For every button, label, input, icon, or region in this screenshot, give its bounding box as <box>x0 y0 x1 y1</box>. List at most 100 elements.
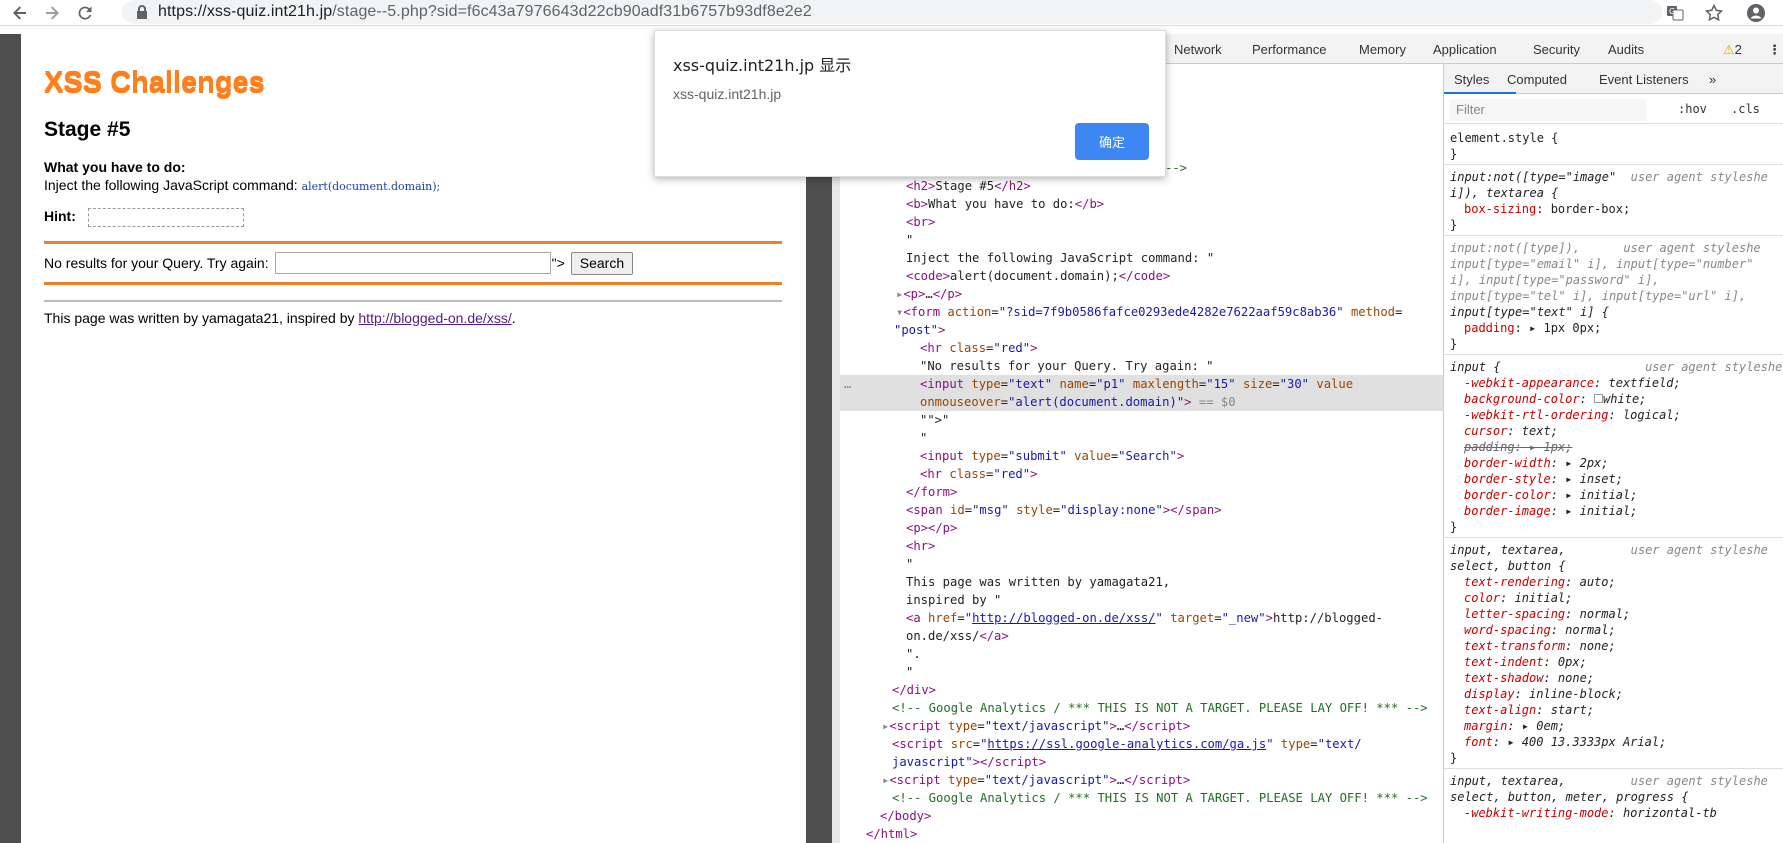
translate-icon[interactable]: G <box>1663 1 1687 25</box>
tab-application[interactable]: Application <box>1433 42 1497 57</box>
footer-link[interactable]: http://blogged-on.de/xss/ <box>358 310 511 326</box>
dom-line[interactable]: </html> <box>866 825 917 843</box>
task-label: What you have to do: <box>44 159 186 175</box>
dom-line[interactable]: </form> <box>906 483 957 501</box>
tab-audits[interactable]: Audits <box>1608 42 1644 57</box>
dom-line[interactable]: " <box>906 663 913 681</box>
cls-toggle[interactable]: .cls <box>1731 102 1760 116</box>
style-rule: } <box>1450 751 1458 765</box>
dom-line[interactable]: <a href="http://blogged-on.de/xss/" targ… <box>906 609 1383 627</box>
search-button[interactable]: Search <box>570 251 634 275</box>
dom-line[interactable]: <br> <box>906 213 935 231</box>
tab-event-listeners[interactable]: Event Listeners <box>1599 72 1689 87</box>
style-rule: i], input[type="password" i], <box>1450 273 1660 287</box>
style-rule: input, textarea, user agent styleshe <box>1450 774 1768 788</box>
tab-network[interactable]: Network <box>1174 42 1222 57</box>
dom-line[interactable]: ▸<p>…</p> <box>896 285 962 303</box>
dom-line[interactable]: inspired by " <box>906 591 1001 609</box>
footer-text: This page was written by yamagata21, ins… <box>44 310 516 326</box>
divider-orange-top <box>44 241 782 244</box>
account-icon[interactable] <box>1744 1 1768 25</box>
dom-line[interactable]: <span id="msg" style="display:none"></sp… <box>906 501 1222 519</box>
dom-line[interactable]: " <box>906 555 913 573</box>
dom-line[interactable]: "No results for your Query. Try again: " <box>920 357 1214 375</box>
dom-line[interactable]: <b>What you have to do:</b> <box>906 195 1104 213</box>
dom-line[interactable]: on.de/xss/</a> <box>906 627 1009 645</box>
dom-line[interactable]: "">" <box>920 411 949 429</box>
address-bar[interactable]: https://xss-quiz.int21h.jp/stage--5.php?… <box>122 0 1662 24</box>
dom-line[interactable]: <!-- Google Analytics / *** THIS IS NOT … <box>892 789 1428 807</box>
dom-line[interactable]: <!-- Google Analytics / *** THIS IS NOT … <box>892 699 1428 717</box>
back-icon[interactable] <box>8 1 32 25</box>
lock-icon <box>137 5 147 19</box>
alert-dialog: xss-quiz.int21h.jp 显示 xss-quiz.int21h.jp… <box>654 30 1166 177</box>
tab-computed[interactable]: Computed <box>1507 72 1567 87</box>
style-prop: text-rendering: auto; <box>1464 575 1616 589</box>
dom-line[interactable]: <hr> <box>906 537 935 555</box>
site-heading: XSS Challenges <box>44 66 265 98</box>
browser-toolbar: https://xss-quiz.int21h.jp/stage--5.php?… <box>0 0 1783 26</box>
style-prop: box-sizing: border-box; <box>1464 202 1631 216</box>
forward-icon[interactable] <box>40 1 64 25</box>
rule-separator <box>1444 768 1783 769</box>
dom-line[interactable]: <input type="submit" value="Search"> <box>920 447 1184 465</box>
dom-line[interactable]: ▸<script type="text/javascript">…</scrip… <box>882 771 1190 789</box>
bookmark-star-icon[interactable] <box>1702 1 1726 25</box>
style-rule: select, button, meter, progress { <box>1450 790 1689 804</box>
dom-line[interactable]: ". <box>906 645 921 663</box>
style-rule[interactable]: element.style { <box>1450 130 1558 146</box>
query-input[interactable] <box>274 252 551 274</box>
rule-separator <box>1444 354 1783 355</box>
dom-line[interactable]: " <box>920 429 927 447</box>
style-prop: border-image: ▸ initial; <box>1464 504 1638 518</box>
dom-line[interactable]: <h2>Stage #5</h2> <box>906 177 1031 195</box>
dom-line[interactable]: This page was written by yamagata21, <box>906 573 1170 591</box>
dom-line[interactable]: </body> <box>880 807 931 825</box>
dom-line[interactable]: Inject the following JavaScript command:… <box>906 249 1214 267</box>
dom-line[interactable]: ▸<script type="text/javascript">…</scrip… <box>882 717 1190 735</box>
styles-tab-bar: Styles Computed Event Listeners » <box>1444 64 1783 94</box>
style-prop: text-transform: none; <box>1464 639 1616 653</box>
query-suffix: "> <box>551 255 565 271</box>
dom-line[interactable]: ▾<form action="?sid=7f9b0586fafce0293ede… <box>896 303 1402 321</box>
style-rule: } <box>1450 147 1458 161</box>
style-rule: input[type="tel" i], input[type="url" i]… <box>1450 289 1747 303</box>
dom-line[interactable]: <script src="https://ssl.google-analytic… <box>892 735 1362 753</box>
dom-line[interactable]: <code>alert(document.domain);</code> <box>906 267 1170 285</box>
alert-ok-button[interactable]: 确定 <box>1075 123 1149 160</box>
reload-icon[interactable] <box>73 1 97 25</box>
tab-memory[interactable]: Memory <box>1359 42 1406 57</box>
style-prop: border-style: ▸ inset; <box>1464 472 1623 486</box>
style-rule: input:not([type]), user agent styleshe <box>1450 241 1761 255</box>
dom-line-selected[interactable]: … <input type="text" name="p1" maxlength… <box>840 375 1443 411</box>
hint-box <box>88 208 244 227</box>
alert-message: xss-quiz.int21h.jp <box>673 86 782 102</box>
style-prop: text-shadow: none; <box>1464 671 1595 685</box>
style-prop: border-width: ▸ 2px; <box>1464 456 1609 470</box>
dom-line[interactable]: <hr class="red"> <box>920 465 1037 483</box>
style-rule: } <box>1450 520 1458 534</box>
style-prop: padding: ▸ 1px 0px; <box>1464 321 1602 335</box>
alert-title: xss-quiz.int21h.jp 显示 <box>673 56 852 75</box>
style-rule: i]), textarea { <box>1450 186 1559 200</box>
hov-toggle[interactable]: :hov <box>1678 102 1707 116</box>
dom-line[interactable]: <hr class="red"> <box>920 339 1037 357</box>
tab-security[interactable]: Security <box>1533 42 1580 57</box>
dom-line[interactable]: <p></p> <box>906 519 957 537</box>
dom-line[interactable]: "post"> <box>894 321 945 339</box>
dom-line[interactable]: " <box>906 231 913 249</box>
warning-badge[interactable]: ⚠2 <box>1723 42 1742 58</box>
style-rule: input:not([type="image" user agent style… <box>1450 170 1768 184</box>
style-prop: background-color: white; <box>1464 392 1647 406</box>
more-vert-icon[interactable]: ⋮ <box>1768 42 1781 58</box>
tab-performance[interactable]: Performance <box>1252 42 1326 57</box>
dom-line[interactable]: javascript"></script> <box>892 753 1046 771</box>
dom-line[interactable]: </div> <box>892 681 936 699</box>
tab-styles[interactable]: Styles <box>1454 72 1489 87</box>
divider-gray <box>44 300 782 302</box>
elements-tree: iz --> <h2>Stage #5</h2> <b>What you hav… <box>840 64 1443 843</box>
filter-input[interactable]: Filter <box>1450 99 1646 121</box>
more-tabs-icon[interactable]: » <box>1709 72 1716 87</box>
style-prop: text-align: start; <box>1464 703 1595 717</box>
warning-icon: ⚠ <box>1723 42 1735 57</box>
